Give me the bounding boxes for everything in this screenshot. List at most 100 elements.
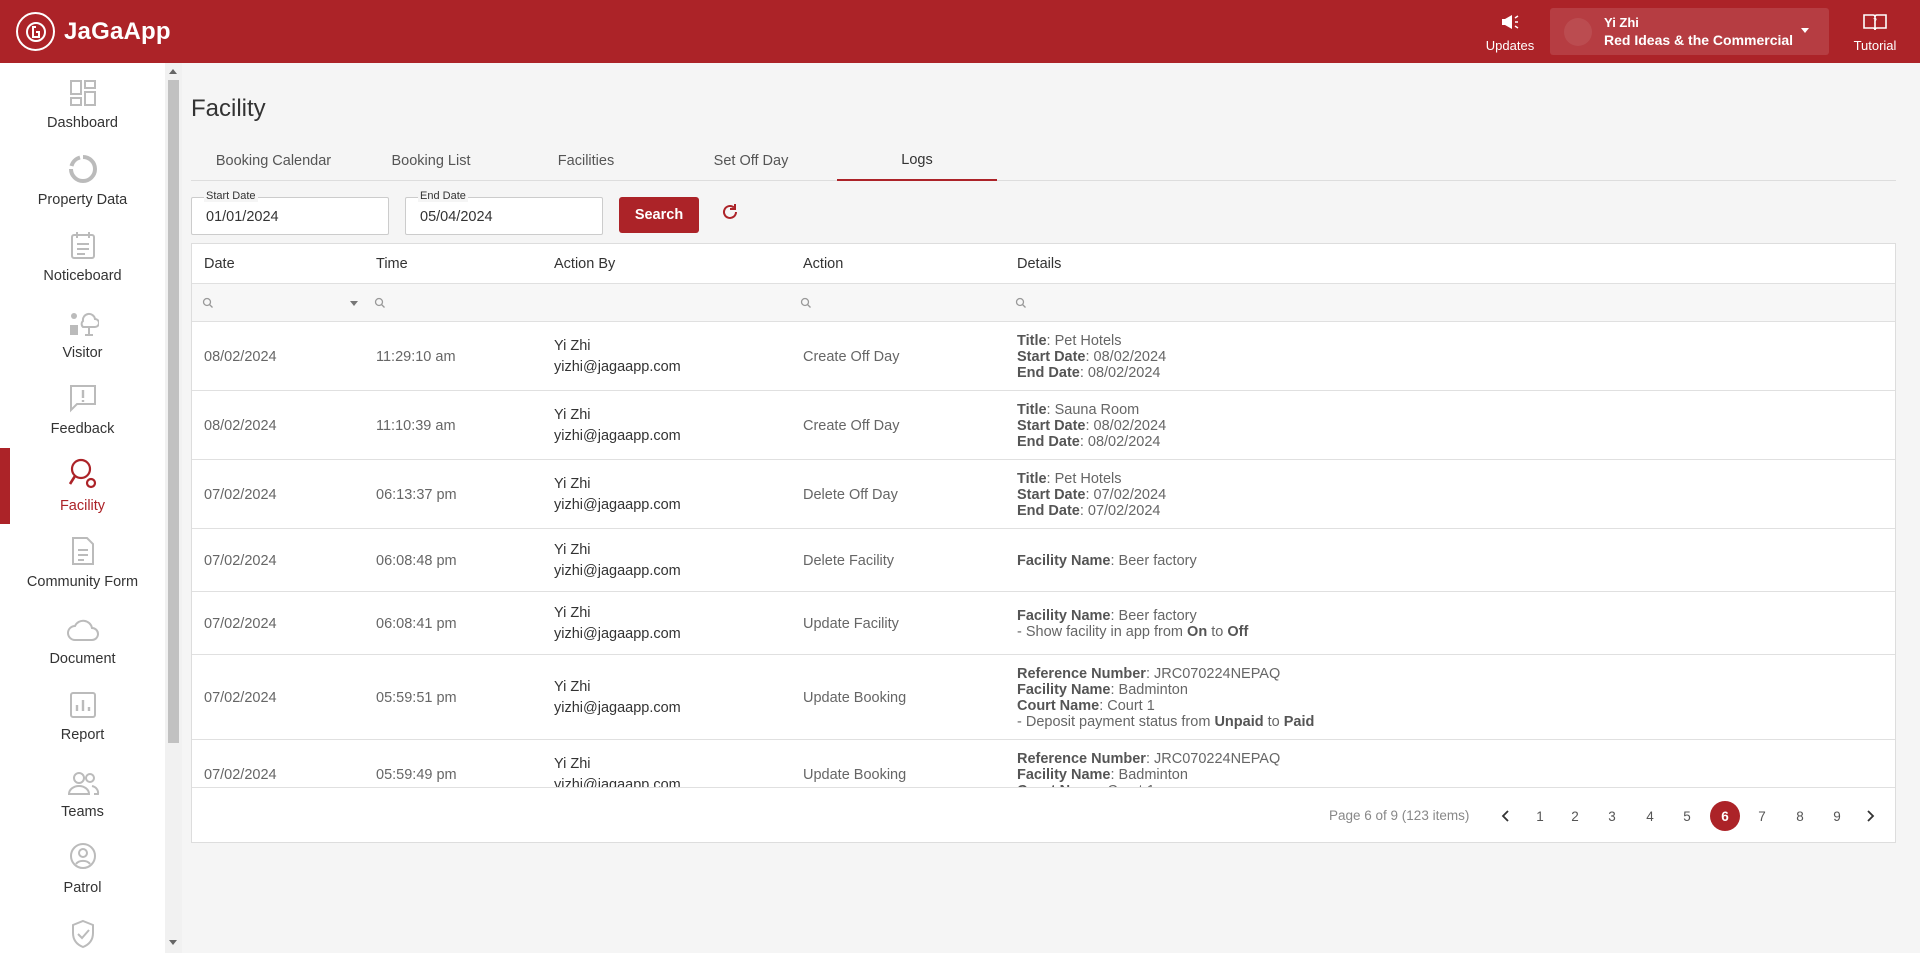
detail-line: - Deposit payment status from Unpaid to … [1017,714,1314,730]
details-filter-search-icon[interactable] [1015,296,1027,314]
detail-key: Facility Name [1017,766,1111,783]
table-row[interactable]: 08/02/2024 11:10:39 am Yi Zhi yizhi@jagaapp… [192,391,1895,460]
page-number-2[interactable]: 2 [1560,801,1590,831]
page-number-9[interactable]: 9 [1822,801,1852,831]
scroll-down-icon[interactable] [169,940,177,945]
user-menu[interactable]: Yi Zhi Red Ideas & the Commercial [1550,8,1829,55]
chevron-down-icon[interactable] [350,301,358,306]
page-info: Page 6 of 9 (123 items) [1329,808,1470,823]
sidebar-item-label: Feedback [50,421,115,437]
sidebar-item-patrol[interactable]: Patrol [0,838,165,914]
chevron-down-icon [1801,28,1809,33]
column-header-details[interactable]: Details [1017,256,1061,272]
cell-details: Title: Pet Hotels Start Date: 08/02/2024 E… [1017,333,1166,381]
cell-action-by: Yi Zhi yizhi@jagaapp.com [554,754,681,788]
detail-line: End Date: 08/02/2024 [1017,365,1166,381]
page-number-4[interactable]: 4 [1635,801,1665,831]
detail-line: Facility Name: Beer factory [1017,608,1248,624]
time-filter-search-icon[interactable] [374,296,386,314]
detail-key: Court Name [1017,697,1100,714]
sidebar-item-label: Noticeboard [43,268,122,284]
table-row[interactable]: 07/02/2024 05:59:51 pm Yi Zhi yizhi@jagaapp… [192,655,1895,740]
search-button[interactable]: Search [619,197,699,233]
detail-value: to [1263,713,1284,730]
sidebar-item-security[interactable] [0,915,165,953]
cell-action: Update Booking [803,766,907,783]
column-header-action-by[interactable]: Action By [554,256,615,272]
user-name: Yi Zhi [554,541,591,558]
tab-set-off-day[interactable]: Set Off Day [666,140,836,181]
column-header-time[interactable]: Time [376,256,408,272]
page-number-8[interactable]: 8 [1785,801,1815,831]
sidebar-item-label: Patrol [63,880,102,896]
detail-line: Court Name: Court 1 [1017,698,1314,714]
refresh-icon[interactable] [720,202,740,227]
detail-key: Facility Name [1017,552,1111,569]
detail-key: Title [1017,470,1047,487]
chevron-left-icon[interactable] [1501,809,1511,827]
table-row[interactable]: 07/02/2024 06:08:48 pm Yi Zhi yizhi@jagaapp… [192,529,1895,592]
sidebar-scrollbar-thumb[interactable] [168,80,179,743]
page-number-7[interactable]: 7 [1747,801,1777,831]
cell-details: Facility Name: Beer factory [1017,553,1197,569]
table-row[interactable]: 07/02/2024 06:08:41 pm Yi Zhi yizhi@jagaapp… [192,592,1895,655]
report-icon [69,685,97,719]
column-header-date[interactable]: Date [204,256,235,272]
sidebar-item-teams[interactable]: Teams [0,762,165,838]
page-number-6[interactable]: 6 [1710,801,1740,831]
tab-facilities[interactable]: Facilities [506,140,666,181]
detail-line: End Date: 07/02/2024 [1017,503,1166,519]
updates-label: Updates [1485,38,1535,53]
end-date-field[interactable]: End Date 05/04/2024 [405,190,603,235]
sidebar-item-feedback[interactable]: Feedback [0,379,165,455]
table-row[interactable]: 08/02/2024 11:29:10 am Yi Zhi yizhi@jagaapp… [192,322,1895,391]
column-header-action[interactable]: Action [803,256,843,272]
detail-value: : JRC070224NEPAQ [1145,750,1281,767]
sidebar-item-noticeboard[interactable]: Noticeboard [0,226,165,302]
cell-time: 06:13:37 pm [376,486,457,503]
scroll-up-icon[interactable] [169,69,177,74]
sidebar-item-property-data[interactable]: Property Data [0,150,165,226]
svg-text:?: ? [1873,17,1877,26]
tutorial-button[interactable]: ? Tutorial [1850,10,1900,53]
start-date-field[interactable]: Start Date 01/01/2024 [191,190,389,235]
user-email: yizhi@jagaapp.com [554,427,681,444]
user-name: Yi Zhi [554,406,591,423]
shield-icon [70,915,96,949]
sidebar-item-community-form[interactable]: Community Form [0,532,165,608]
user-email: yizhi@jagaapp.com [554,496,681,513]
sidebar-item-report[interactable]: Report [0,685,165,761]
updates-button[interactable]: Updates [1485,10,1535,53]
sidebar-item-visitor[interactable]: Visitor [0,303,165,379]
table-row[interactable]: 07/02/2024 06:13:37 pm Yi Zhi yizhi@jagaapp… [192,460,1895,529]
sidebar-item-facility[interactable]: Facility [0,456,165,532]
page-number-3[interactable]: 3 [1597,801,1627,831]
detail-key: Reference Number [1017,750,1146,767]
action-filter-search-icon[interactable] [800,296,812,314]
cell-action-by: Yi Zhi yizhi@jagaapp.com [554,677,681,719]
cell-action: Update Booking [803,689,907,706]
sidebar-item-dashboard[interactable]: Dashboard [0,73,165,149]
cell-action-by: Yi Zhi yizhi@jagaapp.com [554,540,681,582]
cell-details: Title: Pet Hotels Start Date: 07/02/2024 E… [1017,471,1166,519]
table-row[interactable]: 07/02/2024 05:59:49 pm Yi Zhi yizhi@jagaapp… [192,740,1895,788]
date-filter-search-icon[interactable] [202,296,214,314]
sidebar-item-document[interactable]: Document [0,609,165,685]
cell-time: 05:59:49 pm [376,766,457,783]
logs-table: Date Time Action By Action Details 08/02… [191,243,1896,843]
cell-date: 07/02/2024 [204,615,277,632]
user-email: yizhi@jagaapp.com [554,625,681,642]
tab-logs[interactable]: Logs [837,140,997,181]
tab-booking-calendar[interactable]: Booking Calendar [191,140,356,181]
chevron-right-icon[interactable] [1865,809,1875,827]
app-logo[interactable]: JaGaApp [16,12,171,51]
page-number-1[interactable]: 1 [1525,801,1555,831]
user-name: Yi Zhi [554,475,591,492]
tab-booking-list[interactable]: Booking List [356,140,506,181]
megaphone-icon [1500,10,1520,34]
cell-action: Create Off Day [803,417,900,434]
page-number-5[interactable]: 5 [1672,801,1702,831]
detail-value: to [1207,623,1228,640]
cell-details: Reference Number: JRC070224NEPAQ Facility… [1017,666,1314,730]
detail-line: Start Date: 08/02/2024 [1017,418,1166,434]
